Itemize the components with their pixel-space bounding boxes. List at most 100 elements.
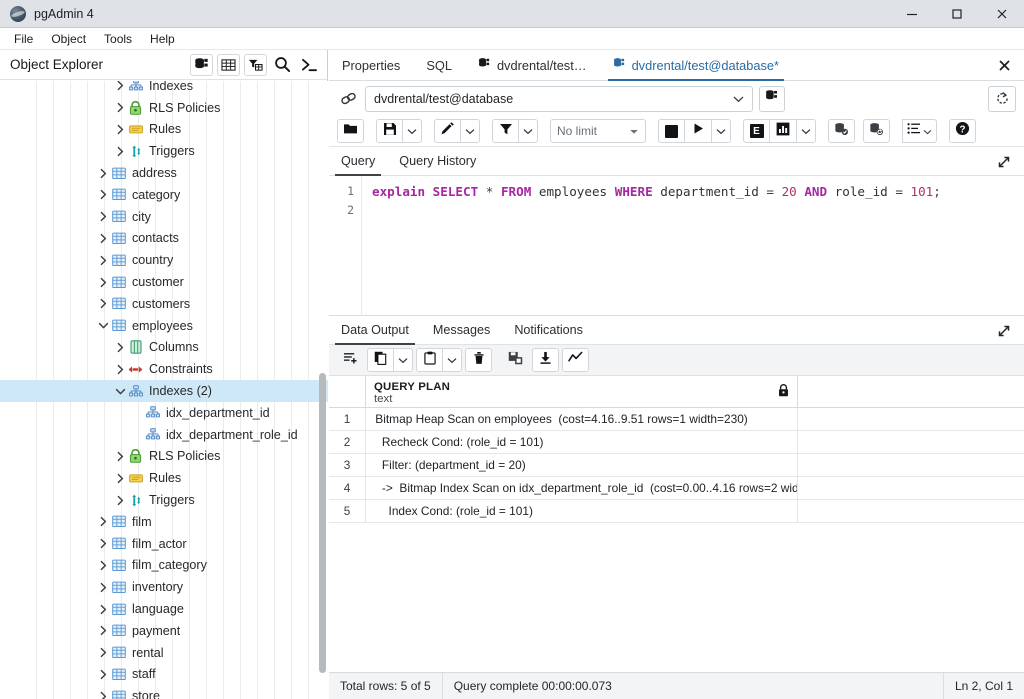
execute-button[interactable] [685,119,712,143]
add-row-button[interactable] [337,348,364,372]
copy-dropdown-button[interactable] [394,348,413,372]
explain-button[interactable]: E [743,119,770,143]
chevron-right-icon[interactable] [114,467,127,489]
grid-row-number[interactable]: 3 [329,454,366,476]
tree-item-idx-department-role-id[interactable]: idx_department_role_id [0,424,328,446]
grid-row-number[interactable]: 5 [329,500,366,522]
grid-row-number[interactable]: 2 [329,431,366,453]
delete-button[interactable] [465,348,492,372]
tree-item-staff[interactable]: staff [0,664,328,686]
close-button[interactable] [979,0,1024,28]
tab-messages[interactable]: Messages [421,316,502,344]
menu-object[interactable]: Object [43,30,94,48]
filter-table-icon[interactable] [244,53,267,76]
tree-item-rules[interactable]: Rules [0,467,328,489]
tab-data-output[interactable]: Data Output [329,316,421,345]
chevron-right-icon[interactable] [97,598,110,620]
tab-query-tool-2[interactable]: dvdrental/test@database* [600,50,792,81]
chevron-right-icon[interactable] [114,337,127,359]
rollback-button[interactable] [863,119,890,143]
execute-dropdown-button[interactable] [712,119,731,143]
grid-cell-query-plan[interactable]: Recheck Cond: (role_id = 101) [366,431,798,453]
macros-button[interactable] [902,119,937,143]
chevron-right-icon[interactable] [97,293,110,315]
copy-button[interactable] [367,348,394,372]
tree-scrollbar[interactable] [319,81,326,699]
chevron-down-icon[interactable] [97,315,110,337]
tree-item-indexes[interactable]: Indexes [0,81,328,97]
chevron-right-icon[interactable] [114,358,127,380]
chevron-right-icon[interactable] [114,97,127,119]
chevron-right-icon[interactable] [97,664,110,686]
edit-dropdown-button[interactable] [461,119,480,143]
chevron-right-icon[interactable] [97,162,110,184]
menu-tools[interactable]: Tools [96,30,140,48]
commit-button[interactable] [828,119,855,143]
grid-row-number[interactable]: 4 [329,477,366,499]
chevron-right-icon[interactable] [97,642,110,664]
filter-dropdown-button[interactable] [519,119,538,143]
tree-item-film-category[interactable]: film_category [0,555,328,577]
table-grid-icon[interactable] [217,53,240,76]
chevron-right-icon[interactable] [97,206,110,228]
grid-column-header[interactable]: QUERY PLAN text [366,376,798,407]
chevron-right-icon[interactable] [97,685,110,699]
explain-dropdown-button[interactable] [797,119,816,143]
tree-item-rules[interactable]: Rules [0,119,328,141]
tab-notifications[interactable]: Notifications [502,316,595,344]
grid-row[interactable]: 1 Bitmap Heap Scan on employees (cost=4.… [329,408,1024,431]
tab-sql[interactable]: SQL [413,50,465,80]
graph-button[interactable] [562,348,589,372]
sql-code-area[interactable]: explain SELECT * FROM employees WHERE de… [362,176,1024,315]
chevron-right-icon[interactable] [97,533,110,555]
minimize-button[interactable] [889,0,934,28]
edit-button[interactable] [434,119,461,143]
tree-item-constraints[interactable]: Constraints [0,358,328,380]
filter-button[interactable] [492,119,519,143]
query-result-grid[interactable]: QUERY PLAN text 1 Bitmap Heap Scan on em… [329,376,1024,524]
menu-help[interactable]: Help [142,30,183,48]
tree-item-city[interactable]: city [0,206,328,228]
tree-item-film-actor[interactable]: film_actor [0,533,328,555]
object-explorer-icon[interactable] [190,53,213,76]
tree-item-rls-policies[interactable]: RLS Policies [0,446,328,468]
stop-button[interactable] [658,119,685,143]
tree-item-idx-department-id[interactable]: idx_department_id [0,402,328,424]
sql-editor[interactable]: 1 2 explain SELECT * FROM employees WHER… [329,176,1024,316]
chevron-right-icon[interactable] [97,555,110,577]
tree-item-triggers[interactable]: Triggers [0,489,328,511]
tree-item-rental[interactable]: rental [0,642,328,664]
chevron-right-icon[interactable] [114,446,127,468]
tree-item-inventory[interactable]: inventory [0,576,328,598]
save-data-button[interactable] [502,348,529,372]
chevron-right-icon[interactable] [97,511,110,533]
terminal-icon[interactable] [298,53,321,76]
grid-cell-query-plan[interactable]: Index Cond: (role_id = 101) [366,500,798,522]
grid-row-number[interactable]: 1 [329,408,366,430]
paste-button[interactable] [416,348,443,372]
refresh-icon[interactable] [988,85,1016,112]
tree-scrollbar-thumb[interactable] [319,373,326,673]
tree-item-employees[interactable]: employees [0,315,328,337]
grid-cell-query-plan[interactable]: Bitmap Heap Scan on employees (cost=4.16… [366,408,798,430]
tree-item-payment[interactable]: payment [0,620,328,642]
tree-item-language[interactable]: language [0,598,328,620]
grid-row[interactable]: 2 Recheck Cond: (role_id = 101) [329,431,1024,454]
tree-item-store[interactable]: store [0,685,328,699]
search-icon[interactable] [271,53,294,76]
tree-item-indexes-2[interactable]: Indexes (2) [0,380,328,402]
expand-diagonal-icon[interactable] [994,147,1014,176]
explain-analyze-button[interactable] [770,119,797,143]
tree-item-category[interactable]: category [0,184,328,206]
tree-item-columns[interactable]: Columns [0,337,328,359]
chevron-right-icon[interactable] [114,489,127,511]
chevron-down-icon[interactable] [114,380,127,402]
tab-properties[interactable]: Properties [329,50,413,80]
tree-item-customer[interactable]: customer [0,271,328,293]
grid-row[interactable]: 3 Filter: (department_id = 20) [329,454,1024,477]
chevron-right-icon[interactable] [97,620,110,642]
save-file-button[interactable] [376,119,403,143]
close-tab-button[interactable] [992,50,1016,81]
tab-query-tool-1[interactable]: dvdrental/test… [465,50,600,80]
grid-row[interactable]: 4 -> Bitmap Index Scan on idx_department… [329,477,1024,500]
